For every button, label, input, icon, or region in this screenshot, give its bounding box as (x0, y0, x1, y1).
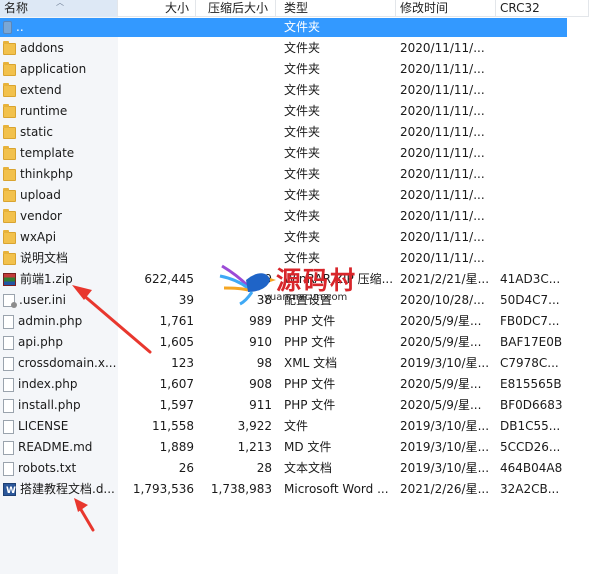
red-arrow-icon (74, 498, 95, 532)
red-arrow-icon (72, 285, 152, 354)
annotation-arrows (72, 285, 152, 532)
